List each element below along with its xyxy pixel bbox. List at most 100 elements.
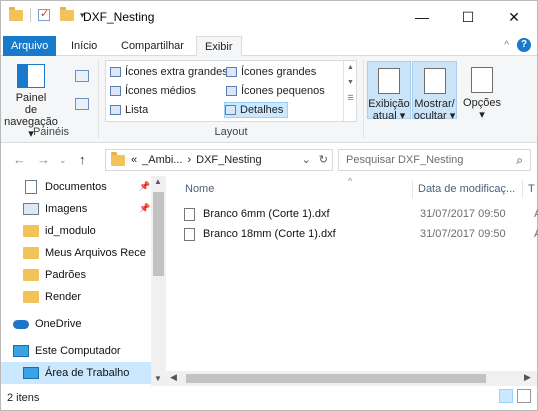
layout-small-icons[interactable]: Ícones pequenos bbox=[226, 83, 325, 99]
layout-gallery-scroll[interactable]: ▲ ▼ ☰ bbox=[343, 61, 357, 121]
nav-item-este-computador[interactable]: Este Computador bbox=[13, 340, 121, 362]
nav-item-area-de-trabalho[interactable]: Área de Trabalho bbox=[1, 362, 151, 384]
nav-item-render[interactable]: Render bbox=[23, 286, 81, 308]
table-row[interactable]: Branco 6mm (Corte 1).dxf 31/07/2017 09:5… bbox=[184, 204, 538, 224]
navigation-pane-icon bbox=[17, 64, 45, 88]
column-divider[interactable] bbox=[412, 180, 413, 198]
refresh-icon[interactable]: ↻ bbox=[319, 153, 328, 166]
group-divider bbox=[363, 60, 364, 138]
search-icon[interactable]: ⌕ bbox=[516, 153, 523, 168]
options-icon bbox=[471, 67, 493, 93]
layout-option-label: Ícones pequenos bbox=[241, 85, 325, 97]
options-label-2: ▾ bbox=[479, 109, 485, 121]
file-explorer-window: ▾ DXF_Nesting — ☐ ✕ Arquivo Início Compa… bbox=[0, 0, 538, 411]
details-pane-icon[interactable] bbox=[75, 98, 89, 110]
scroll-right-icon[interactable]: ▶ bbox=[524, 372, 531, 383]
tab-share[interactable]: Compartilhar bbox=[113, 36, 192, 56]
current-view-button[interactable]: Exibição atual ▾ bbox=[367, 61, 411, 122]
ribbon-tab-bar: Arquivo Início Compartilhar Exibir ^ ? bbox=[1, 33, 537, 56]
nav-item-onedrive[interactable]: OneDrive bbox=[13, 313, 81, 335]
recent-locations-icon[interactable]: ⌄ bbox=[59, 155, 67, 166]
nav-item-label: Meus Arquivos Rece bbox=[45, 247, 146, 259]
properties-icon[interactable] bbox=[38, 7, 50, 21]
back-icon[interactable]: ← bbox=[13, 152, 26, 167]
column-header-name[interactable]: Nome bbox=[185, 178, 214, 200]
minimize-button[interactable]: — bbox=[399, 1, 445, 33]
forward-icon[interactable]: → bbox=[37, 152, 50, 167]
layout-extra-large-icons[interactable]: Ícones extra grandes bbox=[110, 64, 228, 80]
small-icons-icon bbox=[226, 86, 237, 96]
nav-item-meus-arquivos[interactable]: Meus Arquivos Rece bbox=[23, 242, 146, 264]
details-view-icon[interactable] bbox=[499, 389, 513, 403]
layout-gallery: Ícones extra grandes Ícones grandes Ícon… bbox=[105, 60, 357, 122]
help-icon[interactable]: ? bbox=[517, 38, 531, 52]
column-header-type[interactable]: T bbox=[528, 178, 535, 200]
layout-option-label: Lista bbox=[125, 104, 149, 116]
file-date: 31/07/2017 09:50 bbox=[420, 228, 506, 240]
options-button[interactable]: Opções ▾ bbox=[461, 67, 503, 121]
folder-icon bbox=[23, 247, 39, 259]
breadcrumb-overflow[interactable]: « bbox=[131, 154, 137, 166]
address-bar-row: ← → ⌄ ↑ « _Ambi... › DXF_Nesting ⌄ ↻ Pes… bbox=[1, 143, 537, 176]
nav-item-imagens[interactable]: Imagens bbox=[23, 198, 87, 220]
content-scroll-thumb[interactable] bbox=[186, 374, 486, 383]
folder-icon bbox=[111, 151, 125, 166]
quick-access-toolbar: ▾ bbox=[9, 6, 85, 22]
file-name: Branco 6mm (Corte 1).dxf bbox=[203, 208, 330, 220]
scroll-down-icon[interactable]: ▼ bbox=[154, 374, 162, 383]
onedrive-icon bbox=[13, 319, 29, 329]
nav-pane-scroll-thumb[interactable] bbox=[153, 192, 164, 276]
nav-item-padroes[interactable]: Padrões bbox=[23, 264, 86, 286]
nav-pane-scrollbar[interactable]: ▲ ▼ bbox=[151, 176, 166, 386]
search-input[interactable]: Pesquisar DXF_Nesting ⌕ bbox=[338, 149, 531, 171]
pin-icon[interactable]: 📌 bbox=[139, 181, 150, 192]
breadcrumb-separator[interactable]: › bbox=[187, 154, 191, 166]
layout-medium-icons[interactable]: Ícones médios bbox=[110, 83, 196, 99]
expand-gallery-icon[interactable]: ☰ bbox=[347, 94, 353, 102]
nav-item-documentos[interactable]: Documentos bbox=[23, 176, 107, 198]
scroll-up-icon[interactable]: ▲ bbox=[154, 177, 162, 186]
chevron-up-icon[interactable]: ▲ bbox=[347, 64, 354, 71]
tab-view[interactable]: Exibir bbox=[196, 36, 242, 56]
layout-large-icons[interactable]: Ícones grandes bbox=[226, 64, 316, 80]
address-dropdown-icon[interactable]: ⌄ bbox=[302, 153, 311, 166]
chevron-down-icon[interactable]: ▼ bbox=[347, 79, 354, 86]
navigation-pane: Documentos 📌 Imagens 📌 id_modulo Meus Ar… bbox=[1, 176, 166, 386]
file-icon bbox=[184, 227, 195, 241]
window-title: DXF_Nesting bbox=[83, 10, 155, 24]
nav-item-id-modulo[interactable]: id_modulo bbox=[23, 220, 96, 242]
show-hide-label-1: Mostrar/ bbox=[414, 98, 455, 110]
breadcrumb-parent[interactable]: _Ambi... bbox=[142, 154, 182, 166]
collapse-ribbon-icon[interactable]: ^ bbox=[504, 40, 509, 51]
tab-home[interactable]: Início bbox=[63, 36, 105, 56]
status-bar: 2 itens bbox=[1, 386, 537, 410]
maximize-button[interactable]: ☐ bbox=[445, 1, 491, 33]
current-view-label-1: Exibição bbox=[368, 98, 410, 110]
pin-icon[interactable]: 📌 bbox=[139, 203, 150, 214]
list-icon bbox=[110, 105, 121, 115]
folder-icon bbox=[23, 269, 39, 281]
file-type: A bbox=[534, 228, 538, 240]
large-icons-view-icon[interactable] bbox=[517, 389, 531, 403]
content-horizontal-scrollbar[interactable]: ◀ ▶ bbox=[166, 371, 537, 386]
layout-details[interactable]: Detalhes bbox=[224, 102, 289, 118]
nav-item-label: Padrões bbox=[45, 269, 86, 281]
close-button[interactable]: ✕ bbox=[491, 1, 537, 33]
options-label-1: Opções bbox=[463, 97, 501, 109]
folder-icon bbox=[23, 291, 39, 303]
column-header-date[interactable]: Data de modificaç... bbox=[418, 178, 515, 200]
up-icon[interactable]: ↑ bbox=[79, 152, 86, 167]
preview-pane-icon[interactable] bbox=[75, 70, 89, 82]
scroll-left-icon[interactable]: ◀ bbox=[170, 372, 177, 383]
breadcrumb-current[interactable]: DXF_Nesting bbox=[196, 154, 261, 166]
group-label-panes: Painéis bbox=[32, 126, 70, 138]
column-divider[interactable] bbox=[522, 180, 523, 198]
desktop-icon bbox=[23, 367, 39, 379]
tab-file[interactable]: Arquivo bbox=[3, 36, 57, 56]
address-bar[interactable]: « _Ambi... › DXF_Nesting ⌄ ↻ bbox=[105, 149, 333, 171]
layout-list[interactable]: Lista bbox=[110, 102, 148, 118]
current-view-label-2: atual ▾ bbox=[372, 110, 406, 122]
table-row[interactable]: Branco 18mm (Corte 1).dxf 31/07/2017 09:… bbox=[184, 224, 538, 244]
show-hide-button[interactable]: Mostrar/ ocultar ▾ bbox=[412, 61, 457, 122]
new-folder-icon[interactable] bbox=[60, 6, 74, 21]
